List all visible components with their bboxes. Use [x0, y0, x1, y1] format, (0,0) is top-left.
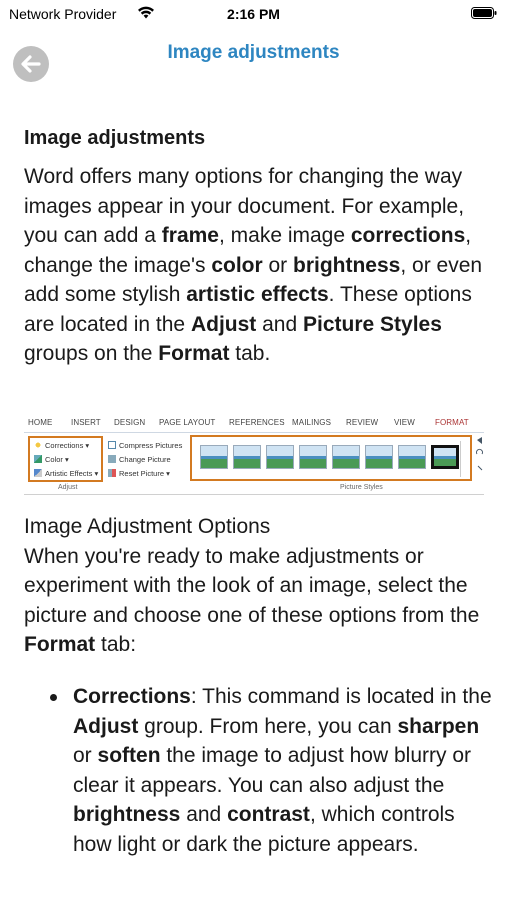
bold-term: Corrections: [73, 685, 191, 708]
options-paragraph: When you're ready to make adjustments or…: [24, 542, 484, 660]
bold-term: contrast: [227, 803, 310, 826]
ribbon-tabs: HOME INSERT DESIGN PAGE LAYOUT REFERENCES MAI…: [24, 413, 484, 433]
text-run: , make image: [218, 224, 351, 247]
artistic-effects-label: Artistic Effects ▾: [45, 469, 99, 478]
picture-styles-label: Picture Styles: [340, 484, 383, 491]
clock: 2:16 PM: [227, 6, 280, 22]
sun-icon: [34, 441, 42, 449]
nav-bar: Image adjustments: [0, 28, 507, 98]
text-run: : This command is located in the: [190, 685, 492, 708]
reset-picture-item: Reset Picture ▾: [108, 469, 170, 478]
ribbon-screenshot: HOME INSERT DESIGN PAGE LAYOUT REFERENCES MAI…: [24, 413, 484, 495]
ribbon-tab: DESIGN: [114, 418, 146, 427]
bold-term: Adjust: [73, 714, 139, 738]
picture-style-thumbnail: [233, 445, 261, 469]
text-run: tab:: [95, 633, 137, 656]
intro-paragraph: Word offers many options for changing th…: [24, 162, 484, 369]
battery-icon: [471, 7, 497, 19]
ribbon-tab: MAILINGS: [292, 418, 332, 427]
options-heading: Image Adjustment Options: [24, 515, 271, 538]
ribbon-tab: REFERENCES: [229, 418, 285, 427]
bold-term: sharpen: [397, 714, 480, 738]
options-section: Image Adjustment Options When you're rea…: [24, 512, 484, 660]
text-run: group. From here, you can: [138, 714, 398, 738]
section-heading: Image adjustments: [24, 127, 206, 149]
picture-style-thumbnail: [431, 445, 459, 469]
compress-pictures-item: Compress Pictures: [108, 441, 182, 450]
bold-term: Format: [158, 342, 230, 365]
change-picture-item: Change Picture: [108, 455, 171, 464]
change-picture-icon: [108, 455, 116, 463]
ribbon-tab: FORMAT: [435, 418, 469, 427]
text-run: When you're ready to make adjustments or…: [24, 544, 480, 627]
reset-picture-label: Reset Picture ▾: [119, 469, 170, 478]
artistic-effects-item: Artistic Effects ▾: [34, 469, 98, 478]
compress-icon: [108, 441, 116, 449]
text-run: groups on the: [24, 342, 159, 365]
ribbon-tab: HOME: [28, 418, 53, 427]
options-list: Corrections: This command is located in …: [24, 682, 494, 859]
adjust-group: Corrections ▾ Color ▾ Artistic Effects ▾: [28, 436, 103, 482]
ribbon-tab: REVIEW: [346, 418, 379, 427]
compress-pictures-label: Compress Pictures: [119, 441, 183, 450]
ribbon-tab: INSERT: [71, 418, 101, 427]
picture-style-thumbnail: [200, 445, 228, 469]
change-picture-label: Change Picture: [119, 455, 171, 464]
picture-style-thumbnail: [398, 445, 426, 469]
bold-term: corrections: [350, 224, 466, 247]
text-run: tab.: [229, 342, 271, 365]
page-title: Image adjustments: [167, 42, 340, 63]
palette-icon: [34, 469, 42, 477]
status-bar: Network Provider 2:16 PM: [0, 0, 507, 28]
bold-term: Picture Styles: [303, 312, 442, 336]
bold-term: frame: [161, 224, 219, 247]
text-run: or: [73, 744, 98, 767]
picture-style-thumbnail: [266, 445, 294, 469]
gallery-scroll-control: [460, 441, 468, 477]
picture-border-icon: [476, 437, 483, 471]
bold-term: soften: [97, 744, 161, 767]
reset-icon: [108, 469, 116, 477]
color-item: Color ▾: [34, 455, 69, 464]
ribbon-tab: PAGE LAYOUT: [159, 418, 216, 427]
bold-term: brightness: [293, 253, 401, 277]
ribbon-tab: VIEW: [394, 418, 415, 427]
bold-term: Adjust: [190, 312, 257, 336]
text-run: or: [262, 253, 293, 277]
bold-term: color: [211, 253, 263, 277]
article-intro: Image adjustments Word offers many optio…: [24, 124, 484, 369]
color-icon: [34, 455, 42, 463]
picture-style-thumbnail: [299, 445, 327, 469]
bold-term: artistic effects: [186, 283, 329, 306]
corrections-item: Corrections ▾: [34, 441, 89, 450]
text-run: and: [180, 803, 228, 826]
picture-styles-group: [190, 435, 472, 481]
text-run: and: [256, 312, 303, 336]
bold-term: brightness: [73, 803, 181, 826]
picture-style-thumbnail: [365, 445, 393, 469]
color-label: Color ▾: [45, 455, 69, 464]
picture-commands-group: Compress Pictures Change Picture Reset P…: [108, 436, 188, 482]
bold-term: Format: [24, 633, 96, 656]
corrections-label: Corrections ▾: [45, 441, 90, 450]
bullet-dot-icon: [50, 694, 57, 701]
picture-style-thumbnail: [332, 445, 360, 469]
list-item: Corrections: This command is located in …: [24, 682, 494, 859]
adjust-group-label: Adjust: [58, 484, 78, 491]
